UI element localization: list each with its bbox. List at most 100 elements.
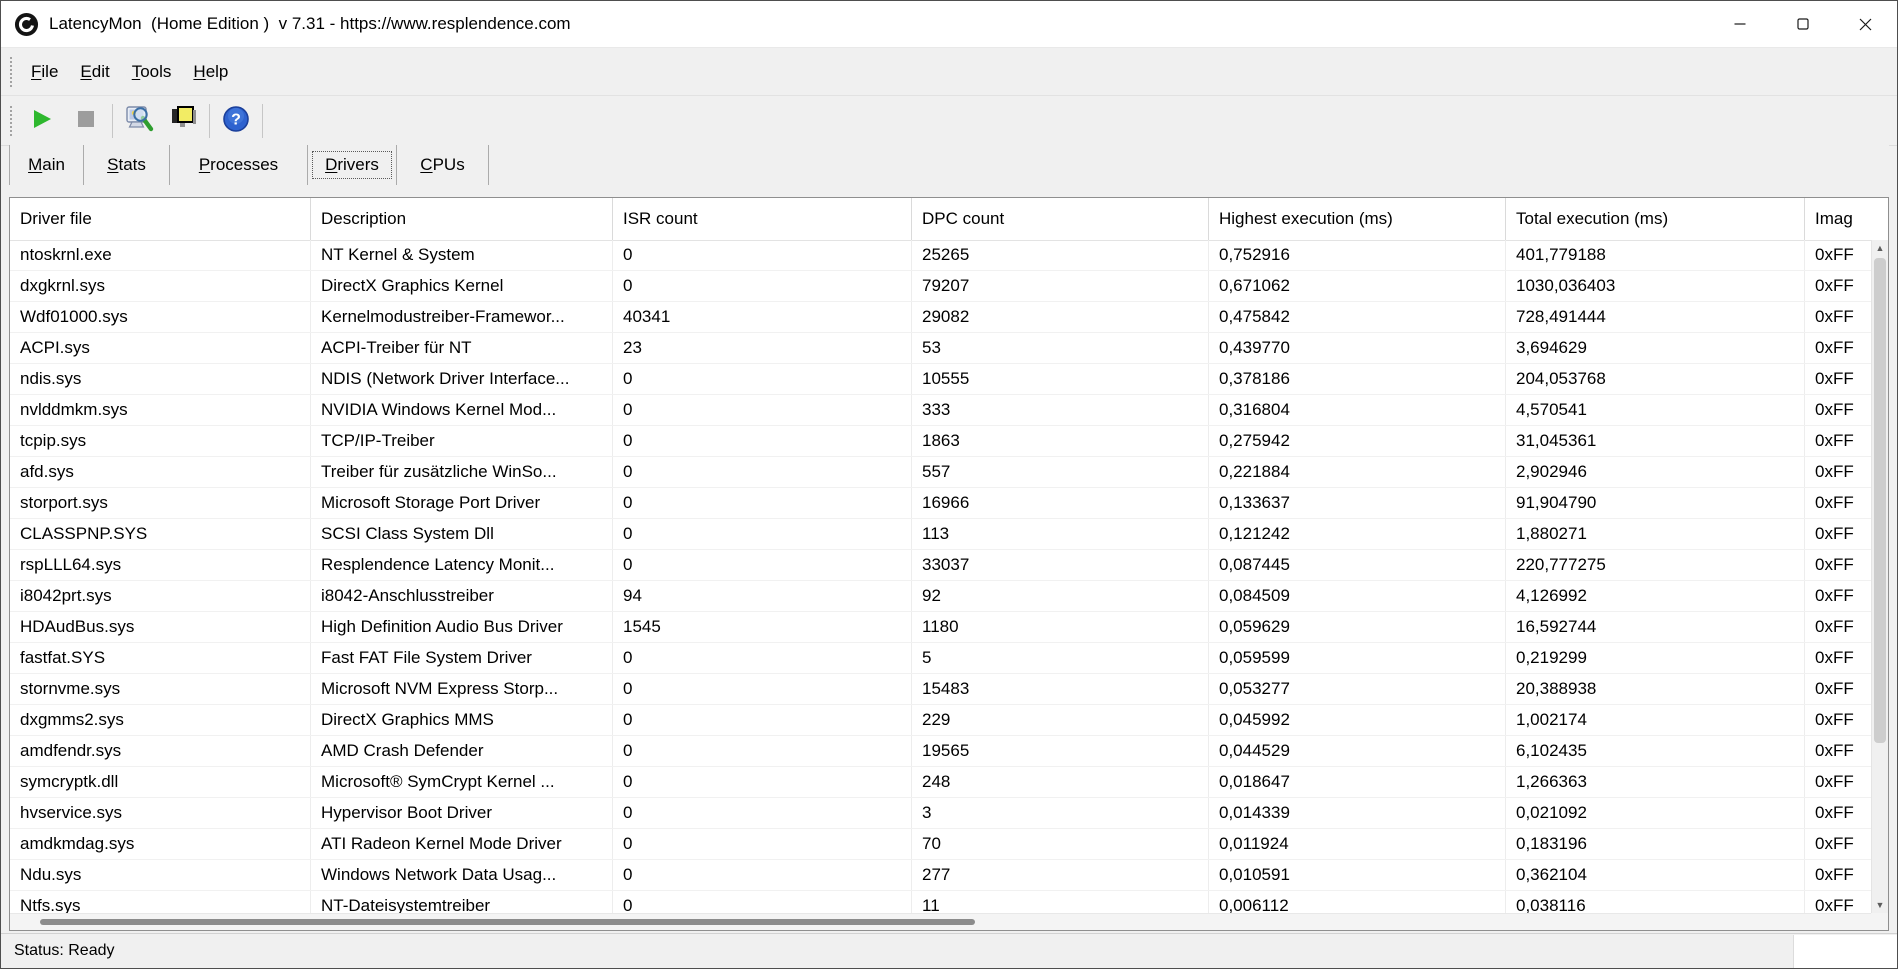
copy-report-button[interactable] xyxy=(161,101,205,141)
table-row[interactable]: symcryptk.dllMicrosoft® SymCrypt Kernel … xyxy=(10,767,1871,798)
table-row[interactable]: storport.sysMicrosoft Storage Port Drive… xyxy=(10,488,1871,519)
table-cell: Fast FAT File System Driver xyxy=(311,643,613,673)
table-cell: ACPI.sys xyxy=(10,333,311,363)
svg-text:?: ? xyxy=(231,112,241,129)
table-row[interactable]: HDAudBus.sysHigh Definition Audio Bus Dr… xyxy=(10,612,1871,643)
tab-stats[interactable]: Stats xyxy=(84,145,170,185)
column-header-2[interactable]: Description xyxy=(311,198,613,240)
table-cell: Microsoft Storage Port Driver xyxy=(311,488,613,518)
table-cell: 0,316804 xyxy=(1209,395,1506,425)
table-row[interactable]: ntoskrnl.exeNT Kernel & System0252650,75… xyxy=(10,240,1871,271)
column-header-1[interactable]: Driver file xyxy=(10,198,311,240)
table-row[interactable]: hvservice.sysHypervisor Boot Driver030,0… xyxy=(10,798,1871,829)
table-cell: 204,053768 xyxy=(1506,364,1805,394)
table-row[interactable]: nvlddmkm.sysNVIDIA Windows Kernel Mod...… xyxy=(10,395,1871,426)
help-button[interactable]: ? xyxy=(214,101,258,141)
scroll-down-icon[interactable]: ▼ xyxy=(1872,897,1888,913)
tab-main[interactable]: Main xyxy=(10,145,84,185)
table-cell: nvlddmkm.sys xyxy=(10,395,311,425)
table-cell: 0,475842 xyxy=(1209,302,1506,332)
menu-item-file[interactable]: File xyxy=(20,57,69,87)
column-header-4[interactable]: DPC count xyxy=(912,198,1209,240)
table-cell: Ntfs.sys xyxy=(10,891,311,913)
scrollbar-corner xyxy=(1871,913,1888,930)
table-row[interactable]: amdfendr.sysAMD Crash Defender0195650,04… xyxy=(10,736,1871,767)
column-header-6[interactable]: Total execution (ms) xyxy=(1506,198,1805,240)
table-cell: 0,219299 xyxy=(1506,643,1805,673)
table-cell: 29082 xyxy=(912,302,1209,332)
table-cell: i8042prt.sys xyxy=(10,581,311,611)
vertical-scrollbar-thumb[interactable] xyxy=(1874,258,1886,743)
table-cell: 31,045361 xyxy=(1506,426,1805,456)
play-icon xyxy=(29,106,55,135)
table-cell: afd.sys xyxy=(10,457,311,487)
table-cell: 0 xyxy=(613,767,912,797)
table-cell: 0xFF xyxy=(1805,798,1871,828)
table-cell: 0,378186 xyxy=(1209,364,1506,394)
menu-item-edit[interactable]: Edit xyxy=(69,57,120,87)
table-cell: 16966 xyxy=(912,488,1209,518)
table-row[interactable]: ACPI.sysACPI-Treiber für NT23530,4397703… xyxy=(10,333,1871,364)
table-cell: 0,059599 xyxy=(1209,643,1506,673)
table-row[interactable]: stornvme.sysMicrosoft NVM Express Storp.… xyxy=(10,674,1871,705)
table-row[interactable]: Ntfs.sysNT-Dateisystemtreiber0110,006112… xyxy=(10,891,1871,913)
horizontal-scrollbar-thumb[interactable] xyxy=(40,919,975,925)
table-cell: 6,102435 xyxy=(1506,736,1805,766)
table-body: ntoskrnl.exeNT Kernel & System0252650,75… xyxy=(10,240,1871,913)
table-row[interactable]: Wdf01000.sysKernelmodustreiber-Framewor.… xyxy=(10,302,1871,333)
table-cell: 4,126992 xyxy=(1506,581,1805,611)
table-cell: 25265 xyxy=(912,240,1209,270)
tab-drivers[interactable]: Drivers xyxy=(308,145,397,185)
table-cell: CLASSPNP.SYS xyxy=(10,519,311,549)
table-row[interactable]: afd.sysTreiber für zusätzliche WinSo...0… xyxy=(10,457,1871,488)
column-header-7[interactable]: Imag xyxy=(1805,198,1871,240)
table-row[interactable]: CLASSPNP.SYSSCSI Class System Dll01130,1… xyxy=(10,519,1871,550)
minimize-button[interactable] xyxy=(1708,1,1771,47)
tab-cpus[interactable]: CPUs xyxy=(397,145,489,185)
table-cell: 0,087445 xyxy=(1209,550,1506,580)
table-row[interactable]: fastfat.SYSFast FAT File System Driver05… xyxy=(10,643,1871,674)
start-monitor-button[interactable] xyxy=(20,101,64,141)
table-cell: 0xFF xyxy=(1805,891,1871,913)
table-cell: 728,491444 xyxy=(1506,302,1805,332)
menu-item-tools[interactable]: Tools xyxy=(121,57,183,87)
table-cell: Windows Network Data Usag... xyxy=(311,860,613,890)
scroll-up-icon[interactable]: ▲ xyxy=(1872,240,1888,256)
table-cell: 0,671062 xyxy=(1209,271,1506,301)
table-cell: 0,044529 xyxy=(1209,736,1506,766)
table-cell: dxgmms2.sys xyxy=(10,705,311,735)
table-cell: ntoskrnl.exe xyxy=(10,240,311,270)
toolbar: ? xyxy=(1,96,1897,146)
table-cell: HDAudBus.sys xyxy=(10,612,311,642)
table-row[interactable]: tcpip.sysTCP/IP-Treiber018630,27594231,0… xyxy=(10,426,1871,457)
maximize-button[interactable] xyxy=(1771,1,1834,47)
table-row[interactable]: dxgmms2.sysDirectX Graphics MMS02290,045… xyxy=(10,705,1871,736)
table-cell: 4,570541 xyxy=(1506,395,1805,425)
table-cell: Microsoft® SymCrypt Kernel ... xyxy=(311,767,613,797)
table-cell: NVIDIA Windows Kernel Mod... xyxy=(311,395,613,425)
menu-item-help[interactable]: Help xyxy=(182,57,239,87)
table-cell: 79207 xyxy=(912,271,1209,301)
table-cell: 0xFF xyxy=(1805,395,1871,425)
menu-gripper[interactable] xyxy=(10,57,12,87)
vertical-scrollbar[interactable]: ▲ ▼ xyxy=(1871,240,1888,913)
table-row[interactable]: rspLLL64.sysResplendence Latency Monit..… xyxy=(10,550,1871,581)
toolbar-gripper[interactable] xyxy=(10,106,12,136)
table-cell: 0xFF xyxy=(1805,550,1871,580)
close-button[interactable] xyxy=(1834,1,1897,47)
table-cell: 40341 xyxy=(613,302,912,332)
table-row[interactable]: i8042prt.sysi8042-Anschlusstreiber94920,… xyxy=(10,581,1871,612)
horizontal-scrollbar[interactable] xyxy=(10,913,1871,930)
column-header-5[interactable]: Highest execution (ms) xyxy=(1209,198,1506,240)
table-cell: DirectX Graphics MMS xyxy=(311,705,613,735)
analyze-button[interactable] xyxy=(117,101,161,141)
stop-monitor-button[interactable] xyxy=(64,101,108,141)
table-cell: amdkmdag.sys xyxy=(10,829,311,859)
table-cell: rspLLL64.sys xyxy=(10,550,311,580)
table-row[interactable]: dxgkrnl.sysDirectX Graphics Kernel079207… xyxy=(10,271,1871,302)
tab-processes[interactable]: Processes xyxy=(170,145,308,185)
table-row[interactable]: ndis.sysNDIS (Network Driver Interface..… xyxy=(10,364,1871,395)
column-header-3[interactable]: ISR count xyxy=(613,198,912,240)
table-row[interactable]: Ndu.sysWindows Network Data Usag...02770… xyxy=(10,860,1871,891)
table-row[interactable]: amdkmdag.sysATI Radeon Kernel Mode Drive… xyxy=(10,829,1871,860)
